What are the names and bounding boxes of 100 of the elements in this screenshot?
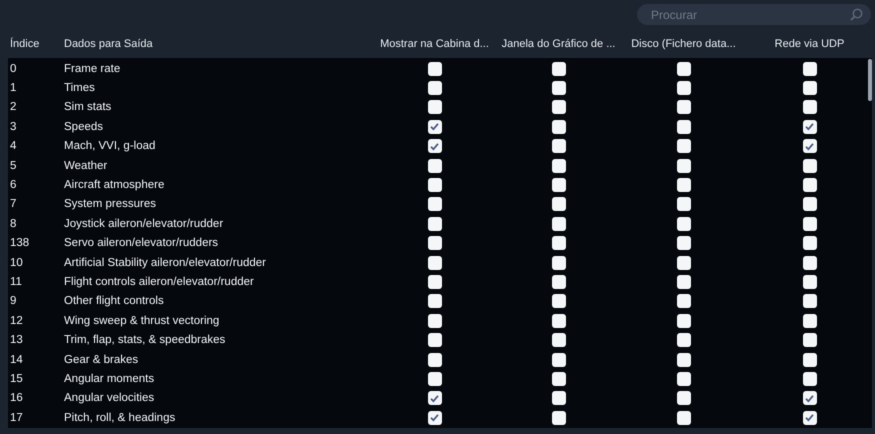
checkbox[interactable] bbox=[676, 256, 690, 270]
checkbox[interactable] bbox=[552, 391, 566, 406]
checkbox[interactable] bbox=[676, 81, 690, 96]
checkbox[interactable] bbox=[676, 294, 690, 308]
checkbox[interactable] bbox=[552, 256, 566, 270]
checkbox[interactable] bbox=[552, 410, 566, 425]
checkbox[interactable] bbox=[428, 410, 442, 425]
data-name-cell-text: Artificial Stability aileron/elevator/rudder bbox=[64, 256, 267, 269]
checkbox[interactable] bbox=[552, 314, 566, 328]
index-cell-text: 5 bbox=[9, 160, 18, 172]
column-header[interactable]: Índice bbox=[8, 38, 64, 50]
checkbox[interactable] bbox=[428, 197, 442, 212]
checkbox[interactable] bbox=[802, 294, 816, 308]
checkbox[interactable] bbox=[802, 314, 816, 328]
checkbox[interactable] bbox=[552, 197, 566, 212]
checkbox[interactable] bbox=[802, 236, 816, 250]
checkbox[interactable] bbox=[428, 178, 442, 192]
data-name-cell-text: Pitch, roll, & headings bbox=[64, 412, 176, 424]
checkbox[interactable] bbox=[428, 274, 442, 289]
checkbox[interactable] bbox=[552, 158, 566, 173]
checkbox[interactable] bbox=[676, 372, 690, 386]
checkbox[interactable] bbox=[802, 352, 816, 367]
checkbox[interactable] bbox=[552, 274, 566, 289]
data-name-cell-text: Aircraft atmosphere bbox=[64, 179, 166, 192]
checkbox[interactable] bbox=[428, 236, 442, 250]
checkbox[interactable] bbox=[802, 139, 816, 154]
checkbox[interactable] bbox=[802, 333, 816, 348]
checkbox[interactable] bbox=[676, 352, 690, 367]
data-name-cell-text: Angular moments bbox=[64, 372, 156, 385]
checkbox[interactable] bbox=[802, 158, 816, 173]
checkbox[interactable] bbox=[552, 62, 566, 76]
checkbox[interactable] bbox=[428, 256, 442, 270]
checkbox[interactable] bbox=[802, 62, 816, 76]
checkbox[interactable] bbox=[802, 197, 816, 212]
checkbox[interactable] bbox=[428, 333, 442, 348]
checkbox[interactable] bbox=[428, 62, 442, 76]
checkbox[interactable] bbox=[676, 410, 690, 425]
checkbox[interactable] bbox=[552, 100, 566, 114]
column-header[interactable]: Rede via UDP bbox=[747, 38, 872, 50]
data-name-cell-text: Wing sweep & thrust vectoring bbox=[64, 314, 220, 327]
checkbox[interactable] bbox=[552, 294, 566, 308]
checkbox[interactable] bbox=[428, 216, 442, 231]
checkbox[interactable] bbox=[552, 236, 566, 250]
checkbox[interactable] bbox=[552, 178, 566, 192]
checkbox[interactable] bbox=[676, 314, 690, 328]
checkbox[interactable] bbox=[676, 236, 690, 250]
column-header[interactable]: Disco (Fichero data... bbox=[620, 38, 747, 50]
checkbox[interactable] bbox=[676, 197, 690, 212]
index-cell-text: 16 bbox=[9, 392, 24, 404]
checkbox[interactable] bbox=[802, 100, 816, 114]
checkbox[interactable] bbox=[676, 178, 690, 192]
column-header[interactable]: Janela do Gráfico de ... bbox=[497, 38, 620, 50]
checkbox[interactable] bbox=[428, 391, 442, 406]
checkbox[interactable] bbox=[802, 178, 816, 192]
index-cell-text: 8 bbox=[9, 218, 18, 230]
index-cell-text: 10 bbox=[9, 256, 24, 269]
column-header[interactable]: Mostrar na Cabina d... bbox=[372, 38, 497, 50]
checkbox[interactable] bbox=[676, 100, 690, 114]
checkbox[interactable] bbox=[428, 120, 442, 134]
checkbox[interactable] bbox=[802, 410, 816, 425]
data-name-cell-text: Servo aileron/elevator/rudders bbox=[64, 237, 220, 250]
checkbox[interactable] bbox=[802, 81, 816, 96]
checkbox[interactable] bbox=[428, 100, 442, 114]
checkbox[interactable] bbox=[552, 139, 566, 154]
scrollbar-thumb[interactable] bbox=[868, 59, 872, 101]
checkbox[interactable] bbox=[676, 139, 690, 154]
checkbox[interactable] bbox=[428, 158, 442, 173]
data-name-cell-text: Sim stats bbox=[64, 101, 112, 114]
data-name-cell-text: Frame rate bbox=[64, 62, 122, 75]
checkbox[interactable] bbox=[676, 391, 690, 406]
data-name-cell-text: Weather bbox=[64, 160, 108, 172]
checkbox[interactable] bbox=[802, 391, 816, 406]
checkbox[interactable] bbox=[552, 352, 566, 367]
checkbox[interactable] bbox=[552, 333, 566, 348]
data-name-cell-text: Joystick aileron/elevator/rudder bbox=[64, 218, 224, 230]
checkbox[interactable] bbox=[676, 158, 690, 173]
checkbox[interactable] bbox=[428, 81, 442, 96]
data-name-cell-text: Angular velocities bbox=[64, 392, 156, 404]
checkbox[interactable] bbox=[428, 352, 442, 367]
checkbox[interactable] bbox=[802, 256, 816, 270]
checkbox[interactable] bbox=[676, 333, 690, 348]
column-header[interactable]: Dados para Saída bbox=[64, 38, 372, 50]
checkbox[interactable] bbox=[802, 274, 816, 289]
checkbox[interactable] bbox=[552, 81, 566, 96]
checkbox[interactable] bbox=[802, 120, 816, 134]
checkbox[interactable] bbox=[676, 216, 690, 231]
checkbox[interactable] bbox=[428, 372, 442, 386]
checkbox[interactable] bbox=[802, 216, 816, 231]
data-name-cell-text: Trim, flap, stats, & speedbrakes bbox=[64, 334, 226, 346]
checkbox[interactable] bbox=[552, 120, 566, 134]
checkbox[interactable] bbox=[428, 314, 442, 328]
checkbox[interactable] bbox=[676, 120, 690, 134]
search-field[interactable]: Procurar bbox=[637, 4, 871, 25]
checkbox[interactable] bbox=[802, 372, 816, 386]
checkbox[interactable] bbox=[428, 139, 442, 154]
checkbox[interactable] bbox=[552, 372, 566, 386]
checkbox[interactable] bbox=[552, 216, 566, 231]
checkbox[interactable] bbox=[428, 294, 442, 308]
checkbox[interactable] bbox=[676, 62, 690, 76]
checkbox[interactable] bbox=[676, 274, 690, 289]
